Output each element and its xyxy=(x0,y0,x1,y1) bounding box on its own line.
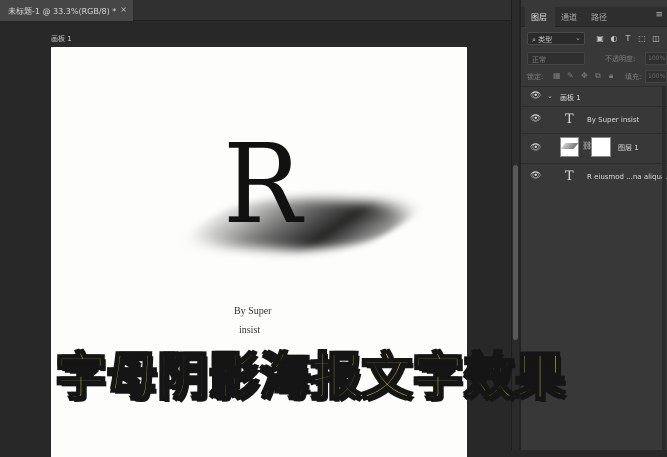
byline-text: By Super xyxy=(234,306,272,317)
layer-filter-row: ⌕ 类型 ⌄ ▣ ◐ T ⬚ ◫ xyxy=(521,30,667,48)
filter-select-value: 类型 xyxy=(538,36,553,44)
layer-row-artboard[interactable]: 👁︎ ⌄ 画板 1 xyxy=(521,86,667,106)
opacity-label: 不透明度: xyxy=(605,55,636,63)
chevron-down-icon[interactable]: ⌄ xyxy=(547,92,553,100)
layer-row-byline[interactable]: 👁︎ T By Super insist xyxy=(521,106,667,133)
image-filter-icon[interactable]: ▣ xyxy=(595,34,605,44)
lock-transparent-icon[interactable]: ▦ xyxy=(553,71,561,80)
document-tab-bar: 未标题-1 @ 33.3%(RGB/8) * × xyxy=(0,0,519,21)
layer-name: 图层 1 xyxy=(618,144,639,152)
fill-input[interactable]: 100% xyxy=(645,70,667,83)
panel-scrollbar[interactable] xyxy=(662,86,666,450)
layer-mask-thumbnail[interactable] xyxy=(591,137,611,157)
adjust-filter-icon[interactable]: ◐ xyxy=(609,34,619,44)
chevron-down-icon: ⌄ xyxy=(575,34,581,42)
layer-name: By Super insist xyxy=(587,116,640,124)
eye-icon[interactable]: 👁︎ xyxy=(530,143,541,153)
byline-text-2: insist xyxy=(239,325,261,336)
layer-kind-filter[interactable]: ⌕ 类型 ⌄ xyxy=(527,32,585,45)
fill-label: 填充: xyxy=(625,73,642,81)
poster-letter: R xyxy=(223,120,302,248)
blend-row: 正常 不透明度: 100% xyxy=(521,50,667,66)
layer-thumbnail xyxy=(560,137,579,157)
layer-row-layer1[interactable]: 👁︎ ⛓ 图层 1 xyxy=(521,133,667,163)
eye-icon[interactable]: 👁︎ xyxy=(530,91,541,101)
lock-row: 锁定: ▦ ✎ ✥ ⧉ 🔒︎ 填充: 100% xyxy=(521,69,667,85)
panel-tab-bar: 图层 通道 路径 ≡ xyxy=(521,7,667,27)
tab-layers[interactable]: 图层 xyxy=(531,12,547,23)
eye-icon[interactable]: 👁︎ xyxy=(530,114,541,124)
thumbnail-shadow xyxy=(560,143,579,149)
tab-channels[interactable]: 通道 xyxy=(561,12,577,23)
caption-overlay: 字母阴影海报文字效果 xyxy=(55,347,566,407)
lock-all-icon[interactable]: 🔒︎ xyxy=(609,71,613,81)
shape-filter-icon[interactable]: ⬚ xyxy=(637,34,647,44)
layer-row-r[interactable]: 👁︎ T R eiusmod ...na aliqua. xyxy=(521,163,667,190)
blend-mode-select[interactable]: 正常 xyxy=(527,52,585,65)
lock-position-icon[interactable]: ✥ xyxy=(581,71,588,80)
type-filter-icon[interactable]: T xyxy=(623,34,633,44)
tab-paths[interactable]: 路径 xyxy=(591,12,607,23)
text-layer-icon: T xyxy=(565,112,574,127)
document-tab-title: 未标题-1 @ 33.3%(RGB/8) * xyxy=(8,7,117,16)
lock-label: 锁定: xyxy=(527,73,544,81)
panel-menu-icon[interactable]: ≡ xyxy=(655,10,663,20)
layer-name: 画板 1 xyxy=(560,94,581,102)
scrollbar-thumb[interactable] xyxy=(513,165,518,340)
smart-filter-icon[interactable]: ◫ xyxy=(651,34,661,44)
eye-icon[interactable]: 👁︎ xyxy=(530,171,541,181)
document-tab[interactable]: 未标题-1 @ 33.3%(RGB/8) * × xyxy=(0,0,133,21)
lock-artboard-icon[interactable]: ⧉ xyxy=(595,71,601,81)
lock-image-icon[interactable]: ✎ xyxy=(567,71,574,80)
artboard-label[interactable]: 画板 1 xyxy=(51,34,72,44)
opacity-input[interactable]: 100% xyxy=(645,52,667,65)
close-icon[interactable]: × xyxy=(120,5,127,14)
layer-name: R eiusmod ...na aliqua. xyxy=(587,173,667,181)
text-layer-icon: T xyxy=(565,169,574,184)
